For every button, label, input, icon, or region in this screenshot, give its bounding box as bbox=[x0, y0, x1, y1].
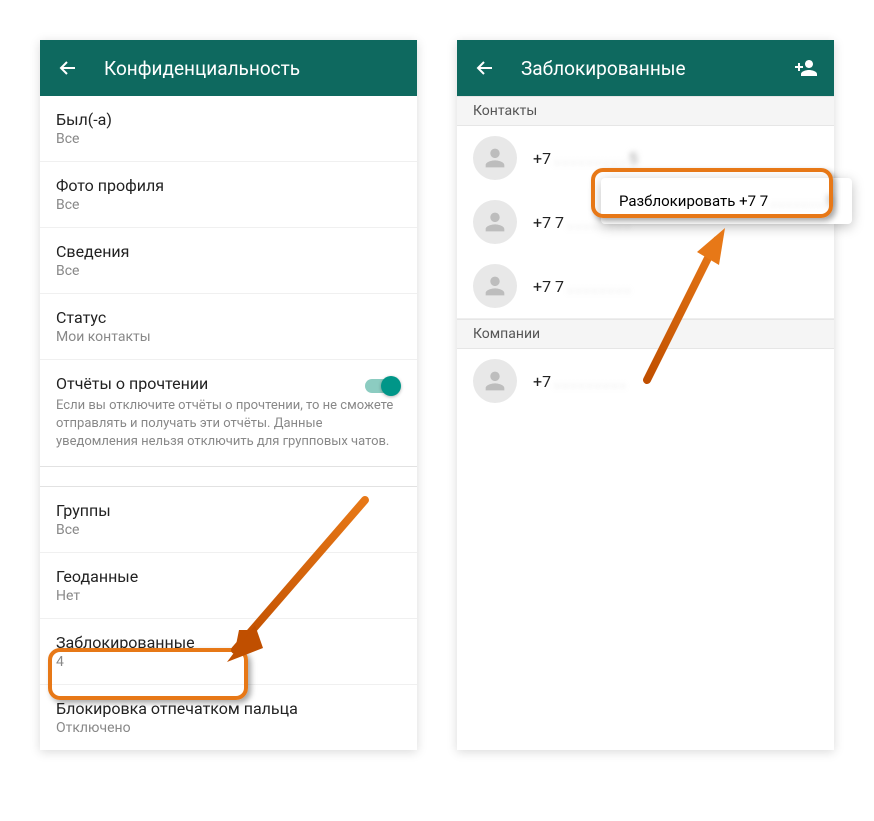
contact-number: +7 . . . . . . . . . bbox=[533, 372, 625, 391]
setting-title: Статус bbox=[56, 308, 401, 327]
contact-number: +7 . . . . . . . . . 5 bbox=[533, 149, 638, 168]
blocked-contacts-screen: Заблокированные Контакты +7 . . . . . . … bbox=[457, 40, 834, 750]
avatar bbox=[473, 359, 517, 403]
back-arrow-icon[interactable] bbox=[473, 56, 497, 80]
contact-number: +7 7 . . . . . . . . bbox=[533, 277, 630, 296]
setting-blocked[interactable]: Заблокированные 4 bbox=[40, 619, 417, 685]
setting-status[interactable]: Статус Мои контакты bbox=[40, 294, 417, 360]
setting-subtitle: Все bbox=[56, 522, 401, 538]
toggle-read-receipts[interactable] bbox=[365, 376, 401, 396]
appbar-title: Конфиденциальность bbox=[104, 57, 401, 80]
back-arrow-icon[interactable] bbox=[56, 56, 80, 80]
setting-title: Группы bbox=[56, 501, 401, 520]
blocked-contact-row[interactable]: +7 7 . . . . . . . . bbox=[457, 254, 834, 319]
setting-title: Был(-а) bbox=[56, 110, 401, 129]
avatar bbox=[473, 200, 517, 244]
setting-last-seen[interactable]: Был(-а) Все bbox=[40, 96, 417, 162]
context-menu-unblock[interactable]: Разблокировать +7 7 . . . . . . . 5 bbox=[601, 178, 852, 224]
setting-subtitle: Нет bbox=[56, 588, 401, 604]
privacy-settings-screen: Конфиденциальность Был(-а) Все Фото проф… bbox=[40, 40, 417, 750]
setting-title: Блокировка отпечатком пальца bbox=[56, 699, 401, 718]
add-contact-icon[interactable] bbox=[794, 56, 818, 80]
setting-groups[interactable]: Группы Все bbox=[40, 487, 417, 553]
setting-title: Отчёты о прочтении bbox=[56, 374, 401, 393]
setting-subtitle: Мои контакты bbox=[56, 329, 401, 345]
setting-subtitle: Все bbox=[56, 263, 401, 279]
setting-read-receipts[interactable]: Отчёты о прочтении Если вы отключите отч… bbox=[40, 360, 417, 467]
section-header-companies: Компании bbox=[457, 319, 834, 349]
setting-subtitle: 4 bbox=[56, 654, 401, 670]
setting-title: Сведения bbox=[56, 242, 401, 261]
setting-live-location[interactable]: Геоданные Нет bbox=[40, 553, 417, 619]
setting-fingerprint-lock[interactable]: Блокировка отпечатком пальца Отключено bbox=[40, 685, 417, 750]
avatar bbox=[473, 136, 517, 180]
setting-subtitle: Все bbox=[56, 197, 401, 213]
avatar bbox=[473, 264, 517, 308]
setting-title: Заблокированные bbox=[56, 633, 401, 652]
setting-about[interactable]: Сведения Все bbox=[40, 228, 417, 294]
setting-title: Геоданные bbox=[56, 567, 401, 586]
appbar-title: Заблокированные bbox=[521, 57, 794, 80]
appbar: Конфиденциальность bbox=[40, 40, 417, 96]
appbar: Заблокированные bbox=[457, 40, 834, 96]
setting-title: Фото профиля bbox=[56, 176, 401, 195]
setting-subtitle: Все bbox=[56, 131, 401, 147]
blocked-company-row[interactable]: +7 . . . . . . . . . bbox=[457, 349, 834, 413]
setting-subtitle: Если вы отключите отчёты о прочтении, то… bbox=[56, 397, 401, 452]
setting-profile-photo[interactable]: Фото профиля Все bbox=[40, 162, 417, 228]
setting-subtitle: Отключено bbox=[56, 720, 401, 736]
section-header-contacts: Контакты bbox=[457, 96, 834, 126]
